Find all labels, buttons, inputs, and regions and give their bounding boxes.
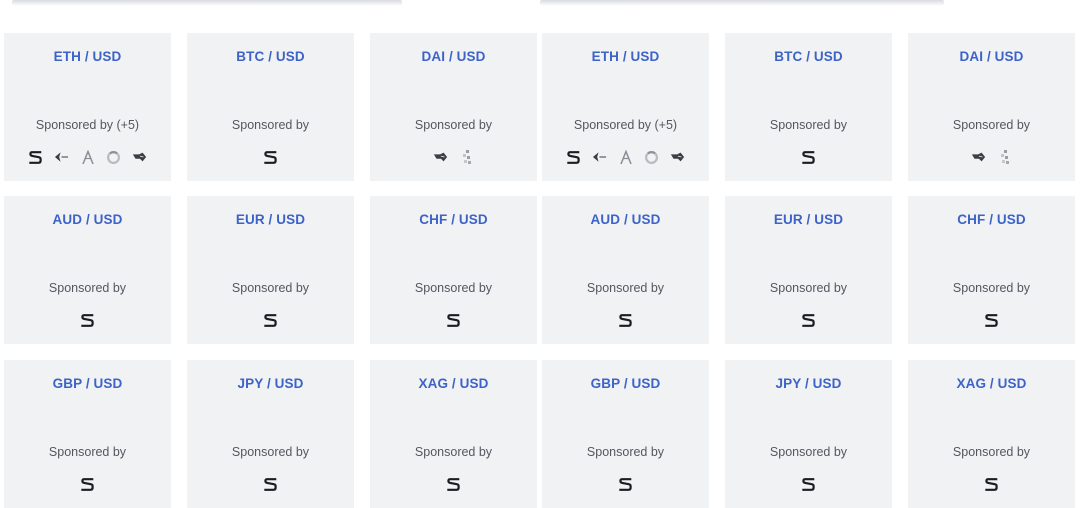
- pair-link[interactable]: BTC / USD: [725, 49, 892, 64]
- sponsored-by-label: Sponsored by: [414, 445, 493, 459]
- hand-icon: [971, 149, 986, 165]
- sponsored-by-label: Sponsored by: [48, 281, 127, 295]
- pair-link[interactable]: EUR / USD: [187, 212, 354, 227]
- sponsor-logos: [725, 311, 892, 329]
- s-logo-icon: [984, 312, 999, 328]
- sponsored-by-label: Sponsored by: [952, 118, 1031, 132]
- price-feed-card[interactable]: ETH / USD Sponsored by (+5): [4, 33, 171, 181]
- s-logo-icon: [263, 149, 278, 165]
- sponsored-by-label: Sponsored by (+5): [573, 118, 678, 132]
- compass-icon: [618, 149, 633, 165]
- pair-link[interactable]: CHF / USD: [370, 212, 537, 227]
- sponsor-logos: [187, 148, 354, 166]
- sponsor-logos: [4, 148, 171, 166]
- sponsor-logos: [542, 148, 709, 166]
- pair-link[interactable]: EUR / USD: [725, 212, 892, 227]
- price-feed-card[interactable]: BTC / USD Sponsored by: [187, 33, 354, 181]
- pair-link[interactable]: CHF / USD: [908, 212, 1075, 227]
- s-logo-icon: [28, 149, 43, 165]
- sponsored-by-label: Sponsored by: [769, 281, 848, 295]
- price-feed-card[interactable]: CHF / USD Sponsored by: [370, 196, 537, 344]
- sponsor-logos: [542, 475, 709, 493]
- pair-link[interactable]: GBP / USD: [4, 376, 171, 391]
- sponsored-by-label: Sponsored by: [952, 445, 1031, 459]
- pair-link[interactable]: XAG / USD: [908, 376, 1075, 391]
- sponsored-by-label: Sponsored by: [586, 281, 665, 295]
- s-logo-icon: [801, 312, 816, 328]
- sponsored-by-label: Sponsored by: [414, 281, 493, 295]
- arrow-bird-icon: [592, 149, 607, 165]
- pair-link[interactable]: AUD / USD: [542, 212, 709, 227]
- pixel-icon: [459, 149, 474, 165]
- ring-icon: [106, 149, 121, 165]
- sponsored-by-label: Sponsored by: [769, 445, 848, 459]
- hand-icon: [670, 149, 685, 165]
- s-logo-icon: [801, 149, 816, 165]
- s-logo-icon: [446, 312, 461, 328]
- arrow-bird-icon: [54, 149, 69, 165]
- sponsor-logos: [4, 475, 171, 493]
- s-logo-icon: [984, 476, 999, 492]
- sponsored-by-label: Sponsored by: [769, 118, 848, 132]
- ring-icon: [644, 149, 659, 165]
- sponsored-by-label: Sponsored by: [231, 118, 310, 132]
- pair-link[interactable]: AUD / USD: [4, 212, 171, 227]
- s-logo-icon: [801, 476, 816, 492]
- s-logo-icon: [618, 476, 633, 492]
- top-heading-fragment-right: [540, 0, 944, 6]
- price-feed-card[interactable]: EUR / USD Sponsored by: [725, 196, 892, 344]
- s-logo-icon: [263, 312, 278, 328]
- s-logo-icon: [263, 476, 278, 492]
- pair-link[interactable]: GBP / USD: [542, 376, 709, 391]
- price-feed-card[interactable]: AUD / USD Sponsored by: [542, 196, 709, 344]
- price-feed-card[interactable]: AUD / USD Sponsored by: [4, 196, 171, 344]
- sponsor-logos: [370, 311, 537, 329]
- sponsored-by-label: Sponsored by (+5): [35, 118, 140, 132]
- price-feed-grid: ETH / USD Sponsored by (+5) BTC / USD Spons…: [0, 33, 1080, 508]
- sponsor-logos: [370, 475, 537, 493]
- sponsor-logos: [725, 148, 892, 166]
- price-feed-card[interactable]: BTC / USD Sponsored by: [725, 33, 892, 181]
- pair-link[interactable]: DAI / USD: [908, 49, 1075, 64]
- price-feed-card[interactable]: DAI / USD Sponsored by: [370, 33, 537, 181]
- s-logo-icon: [618, 312, 633, 328]
- sponsor-logos: [908, 475, 1075, 493]
- hand-icon: [433, 149, 448, 165]
- sponsor-logos: [4, 311, 171, 329]
- sponsored-by-label: Sponsored by: [414, 118, 493, 132]
- sponsor-logos: [542, 311, 709, 329]
- pair-link[interactable]: JPY / USD: [725, 376, 892, 391]
- top-heading-fragment-left: [12, 0, 402, 6]
- pair-link[interactable]: ETH / USD: [4, 49, 171, 64]
- sponsor-logos: [908, 148, 1075, 166]
- price-feed-card[interactable]: EUR / USD Sponsored by: [187, 196, 354, 344]
- sponsor-logos: [187, 311, 354, 329]
- s-logo-icon: [80, 476, 95, 492]
- pair-link[interactable]: JPY / USD: [187, 376, 354, 391]
- s-logo-icon: [446, 476, 461, 492]
- pair-link[interactable]: ETH / USD: [542, 49, 709, 64]
- sponsored-by-label: Sponsored by: [231, 281, 310, 295]
- compass-icon: [80, 149, 95, 165]
- price-feed-card[interactable]: CHF / USD Sponsored by: [908, 196, 1075, 344]
- pair-link[interactable]: XAG / USD: [370, 376, 537, 391]
- sponsor-logos: [187, 475, 354, 493]
- pair-link[interactable]: BTC / USD: [187, 49, 354, 64]
- sponsor-logos: [370, 148, 537, 166]
- s-logo-icon: [80, 312, 95, 328]
- sponsored-by-label: Sponsored by: [586, 445, 665, 459]
- pair-link[interactable]: DAI / USD: [370, 49, 537, 64]
- sponsor-logos: [725, 475, 892, 493]
- sponsored-by-label: Sponsored by: [48, 445, 127, 459]
- pixel-icon: [997, 149, 1012, 165]
- sponsored-by-label: Sponsored by: [231, 445, 310, 459]
- sponsored-by-label: Sponsored by: [952, 281, 1031, 295]
- price-feed-card[interactable]: ETH / USD Sponsored by (+5): [542, 33, 709, 181]
- hand-icon: [132, 149, 147, 165]
- sponsor-logos: [908, 311, 1075, 329]
- s-logo-icon: [566, 149, 581, 165]
- price-feed-card[interactable]: DAI / USD Sponsored by: [908, 33, 1075, 181]
